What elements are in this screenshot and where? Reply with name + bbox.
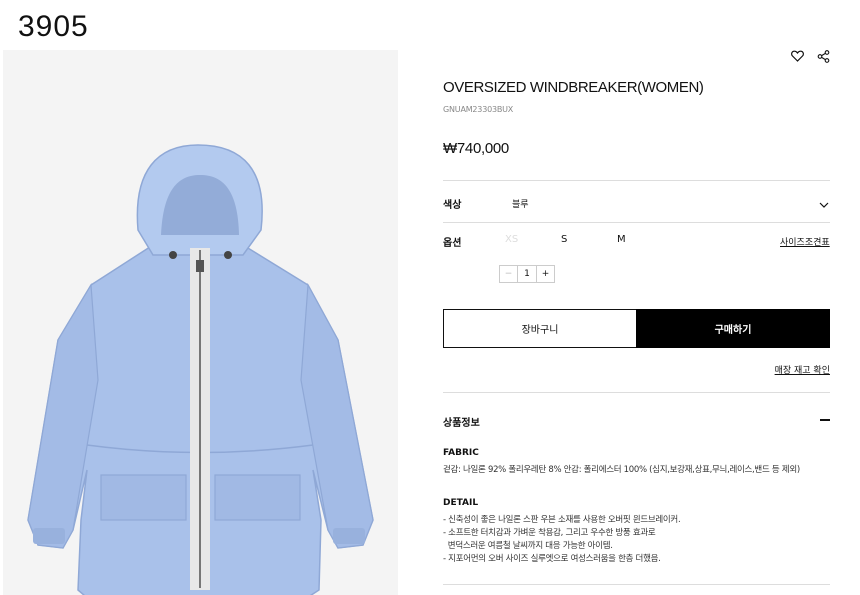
divider bbox=[443, 392, 830, 393]
top-actions bbox=[790, 48, 830, 64]
size-s[interactable]: S bbox=[561, 234, 617, 245]
page-code: 3905 bbox=[18, 10, 89, 43]
product-info-title: 상품정보 bbox=[443, 418, 480, 429]
color-select-value[interactable]: 블루 bbox=[512, 197, 529, 210]
add-to-cart-button[interactable]: 장바구니 bbox=[443, 309, 637, 348]
heart-icon[interactable] bbox=[790, 48, 804, 64]
detail-line: 변덕스러운 여름철 날씨까지 대응 가능한 아이템. bbox=[443, 541, 613, 551]
product-title: OVERSIZED WINDBREAKER(WOMEN) bbox=[443, 79, 704, 96]
detail-line: - 신축성이 좋은 나일론 스판 우븐 소재를 사용한 오버핏 윈드브레이커. bbox=[443, 515, 681, 525]
product-sku: GNUAM23303BUX bbox=[443, 105, 514, 114]
color-label: 색상 bbox=[443, 200, 462, 211]
quantity-plus-button[interactable]: + bbox=[536, 266, 554, 282]
divider bbox=[443, 180, 830, 181]
product-price: ₩740,000 bbox=[443, 140, 509, 157]
option-label: 옵션 bbox=[443, 238, 462, 249]
chevron-down-icon[interactable] bbox=[818, 196, 830, 208]
quantity-stepper: − 1 + bbox=[499, 265, 555, 283]
fabric-title: FABRIC bbox=[443, 448, 479, 458]
quantity-value[interactable]: 1 bbox=[518, 266, 536, 282]
divider bbox=[443, 222, 830, 223]
collapse-icon[interactable] bbox=[820, 419, 830, 421]
detail-title: DETAIL bbox=[443, 498, 479, 508]
product-image bbox=[3, 50, 398, 595]
jacket-illustration bbox=[27, 144, 374, 595]
share-icon[interactable] bbox=[816, 48, 830, 64]
size-m[interactable]: M bbox=[617, 234, 673, 245]
size-options: XS S M bbox=[505, 234, 673, 245]
store-stock-link[interactable]: 매장 재고 확인 bbox=[775, 363, 830, 376]
fabric-text: 겉감: 나일론 92% 폴리우레탄 8% 안감: 폴리에스터 100% (심지,… bbox=[443, 465, 800, 475]
buy-now-button[interactable]: 구매하기 bbox=[636, 309, 830, 348]
detail-line: - 지포어먼의 오버 사이즈 실루엣으로 여성스러움을 한층 더했음. bbox=[443, 554, 661, 564]
divider bbox=[443, 584, 830, 585]
size-xs[interactable]: XS bbox=[505, 234, 561, 245]
size-guide-link[interactable]: 사이즈조견표 bbox=[780, 235, 830, 248]
quantity-minus-button[interactable]: − bbox=[500, 266, 518, 282]
detail-line: - 소프트한 터치감과 가벼운 착용감, 그리고 우수한 방풍 효과로 bbox=[443, 528, 656, 538]
